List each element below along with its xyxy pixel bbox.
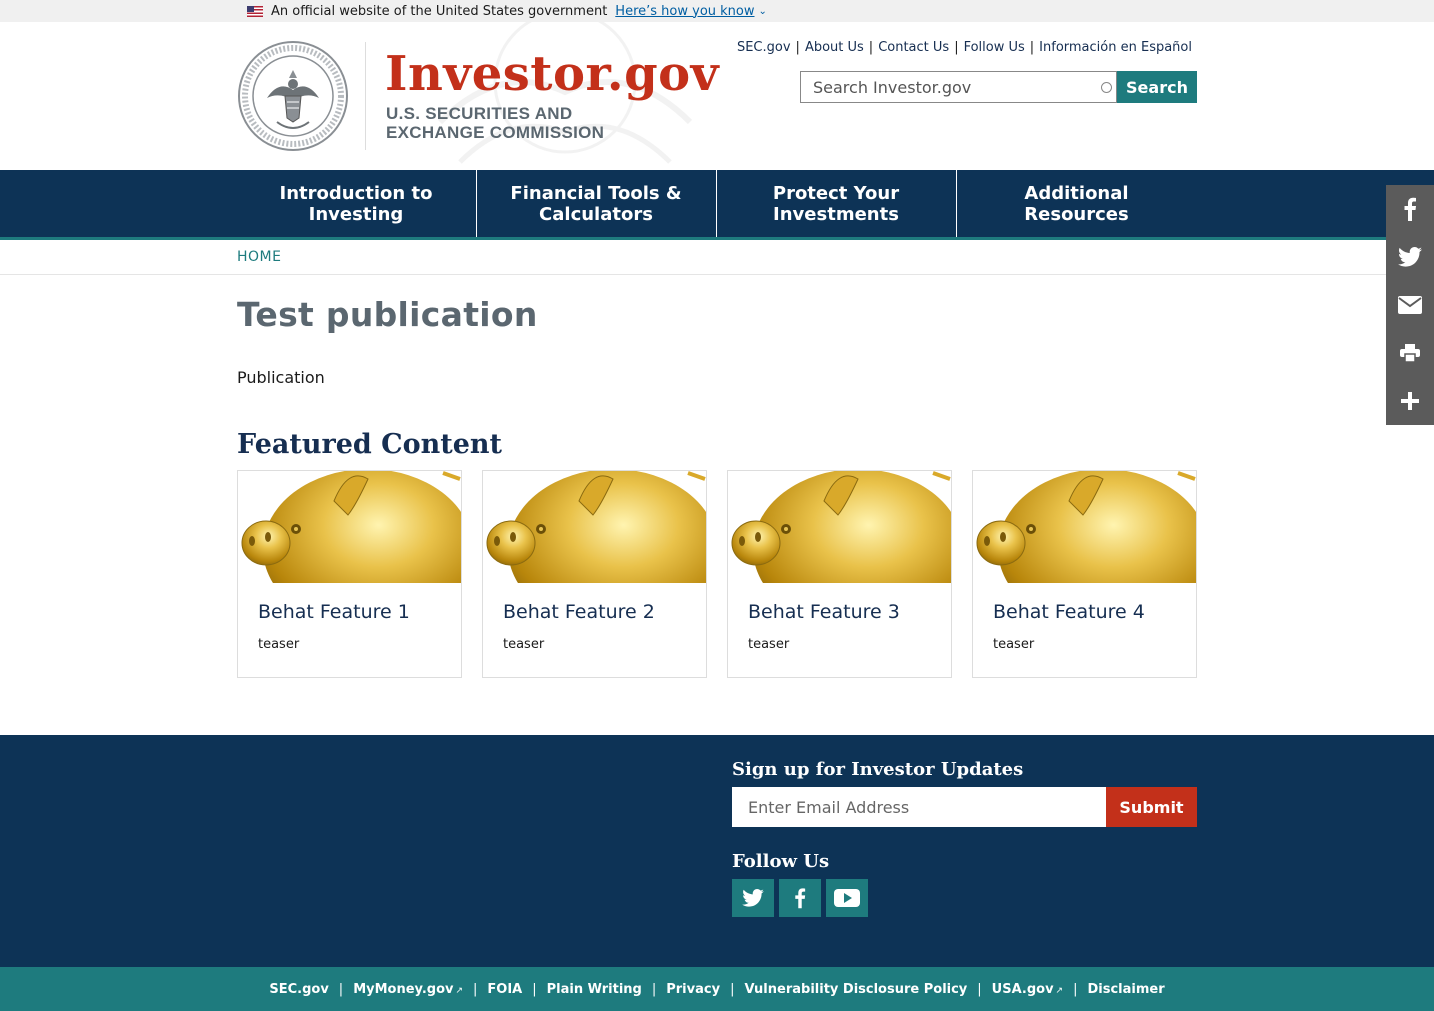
utility-link-contact[interactable]: Contact Us xyxy=(878,40,949,55)
content-type-label: Publication xyxy=(237,368,325,387)
gov-banner-text: An official website of the United States… xyxy=(271,3,608,19)
feature-card[interactable]: Behat Feature 4 teaser xyxy=(972,470,1197,678)
external-link-icon: ↗ xyxy=(1055,985,1064,996)
feature-card-title[interactable]: Behat Feature 3 xyxy=(728,601,951,623)
breadcrumb: HOME xyxy=(0,240,1434,275)
submit-button[interactable]: Submit xyxy=(1106,787,1197,827)
us-flag-icon xyxy=(247,5,263,17)
nav-label: Additional xyxy=(1024,182,1129,204)
nav-label: Introduction to xyxy=(279,182,433,204)
feature-card-title[interactable]: Behat Feature 1 xyxy=(238,601,461,623)
logo-sub-line-1: U.S. SECURITIES AND xyxy=(386,104,573,123)
site-logo-subtitle: U.S. SECURITIES AND EXCHANGE COMMISSION xyxy=(386,104,604,142)
feature-card-title[interactable]: Behat Feature 4 xyxy=(973,601,1196,623)
utility-link-sec[interactable]: SEC.gov xyxy=(737,40,791,55)
youtube-icon[interactable] xyxy=(826,879,868,917)
nav-label: Calculators xyxy=(539,203,653,225)
facebook-icon[interactable] xyxy=(1386,185,1434,233)
utility-links: SEC.gov | About Us | Contact Us | Follow Us… xyxy=(736,40,1192,55)
main-nav: Introduction to Investing Financial Tools… xyxy=(0,170,1434,240)
search-form: Search Investor.gov Search xyxy=(800,71,1197,103)
signup-heading: Sign up for Investor Updates xyxy=(732,759,1024,780)
site-header: Investor.gov U.S. SECURITIES AND EXCHANG… xyxy=(0,22,1434,170)
feature-card-teaser: teaser xyxy=(748,637,790,652)
twitter-icon[interactable] xyxy=(1386,233,1434,281)
twitter-icon[interactable] xyxy=(732,879,774,917)
footer-links-bar: SEC.gov | MyMoney.gov ↗ | FOIA | Plain Writi… xyxy=(0,967,1434,1011)
nav-label: Investments xyxy=(773,203,899,225)
gov-banner: An official website of the United States… xyxy=(0,0,1434,22)
logo-divider xyxy=(365,42,366,150)
piggy-bank-image xyxy=(486,471,706,583)
footer-link-sec[interactable]: SEC.gov xyxy=(269,982,328,997)
chevron-down-icon[interactable]: ⌄ xyxy=(759,6,767,17)
footer-link-plain-writing[interactable]: Plain Writing xyxy=(547,982,642,997)
follow-us-heading: Follow Us xyxy=(732,851,830,872)
heres-how-you-know-link[interactable]: Here’s how you know xyxy=(615,4,754,19)
breadcrumb-home[interactable]: HOME xyxy=(237,249,281,265)
nav-item-introduction[interactable]: Introduction to Investing xyxy=(237,170,477,237)
featured-content-heading: Featured Content xyxy=(237,429,503,460)
footer-link-disclaimer[interactable]: Disclaimer xyxy=(1087,982,1164,997)
feature-card-teaser: teaser xyxy=(993,637,1035,652)
footer-link-usagov[interactable]: USA.gov ↗ xyxy=(992,982,1063,997)
feature-card-title[interactable]: Behat Feature 2 xyxy=(483,601,706,623)
nav-label: Resources xyxy=(1024,203,1129,225)
social-links xyxy=(732,879,868,917)
nav-label: Financial Tools & xyxy=(510,182,682,204)
email-icon[interactable] xyxy=(1386,281,1434,329)
main-content: Test publication Publication Featured Co… xyxy=(0,295,1434,678)
footer-link-label: MyMoney.gov xyxy=(353,981,454,997)
print-icon[interactable] xyxy=(1386,329,1434,377)
feature-card[interactable]: Behat Feature 3 teaser xyxy=(727,470,952,678)
logo-sub-line-2: EXCHANGE COMMISSION xyxy=(386,123,605,142)
nav-item-additional-resources[interactable]: Additional Resources xyxy=(957,170,1197,237)
sec-seal-logo[interactable] xyxy=(237,40,349,152)
page-title: Test publication xyxy=(237,295,538,334)
piggy-bank-image xyxy=(731,471,951,583)
feature-card[interactable]: Behat Feature 1 teaser xyxy=(237,470,462,678)
share-sidebar xyxy=(1386,185,1434,425)
signup-form: Enter Email Address Submit xyxy=(732,787,1197,827)
site-footer: Sign up for Investor Updates Enter Email… xyxy=(0,735,1434,967)
nav-item-financial-tools[interactable]: Financial Tools & Calculators xyxy=(477,170,717,237)
search-button[interactable]: Search xyxy=(1117,71,1197,103)
feature-card[interactable]: Behat Feature 2 teaser xyxy=(482,470,707,678)
feature-card-teaser: teaser xyxy=(503,637,545,652)
email-input[interactable]: Enter Email Address xyxy=(732,787,1106,827)
search-placeholder: Search Investor.gov xyxy=(813,77,972,97)
site-logo-title[interactable]: Investor.gov xyxy=(385,46,719,102)
featured-cards: Behat Feature 1 teaser Behat Feature 2 t… xyxy=(237,470,1434,678)
external-link-icon: ↗ xyxy=(455,985,464,996)
footer-link-mymoney[interactable]: MyMoney.gov ↗ xyxy=(353,982,463,997)
nav-item-protect[interactable]: Protect Your Investments xyxy=(717,170,957,237)
utility-link-follow[interactable]: Follow Us xyxy=(964,40,1025,55)
plus-icon[interactable] xyxy=(1386,377,1434,425)
piggy-bank-image xyxy=(241,471,461,583)
facebook-icon[interactable] xyxy=(779,879,821,917)
piggy-bank-image xyxy=(976,471,1196,583)
footer-link-vulnerability[interactable]: Vulnerability Disclosure Policy xyxy=(744,982,967,997)
nav-label: Investing xyxy=(308,203,404,225)
footer-link-label: USA.gov xyxy=(991,981,1054,997)
utility-link-espanol[interactable]: Información en Español xyxy=(1039,40,1192,55)
feature-card-teaser: teaser xyxy=(258,637,300,652)
footer-link-privacy[interactable]: Privacy xyxy=(666,982,720,997)
footer-link-foia[interactable]: FOIA xyxy=(487,982,522,997)
search-clear-icon xyxy=(1101,82,1112,93)
nav-label: Protect Your xyxy=(772,182,900,204)
search-input[interactable]: Search Investor.gov xyxy=(800,71,1117,103)
utility-link-about[interactable]: About Us xyxy=(805,40,864,55)
